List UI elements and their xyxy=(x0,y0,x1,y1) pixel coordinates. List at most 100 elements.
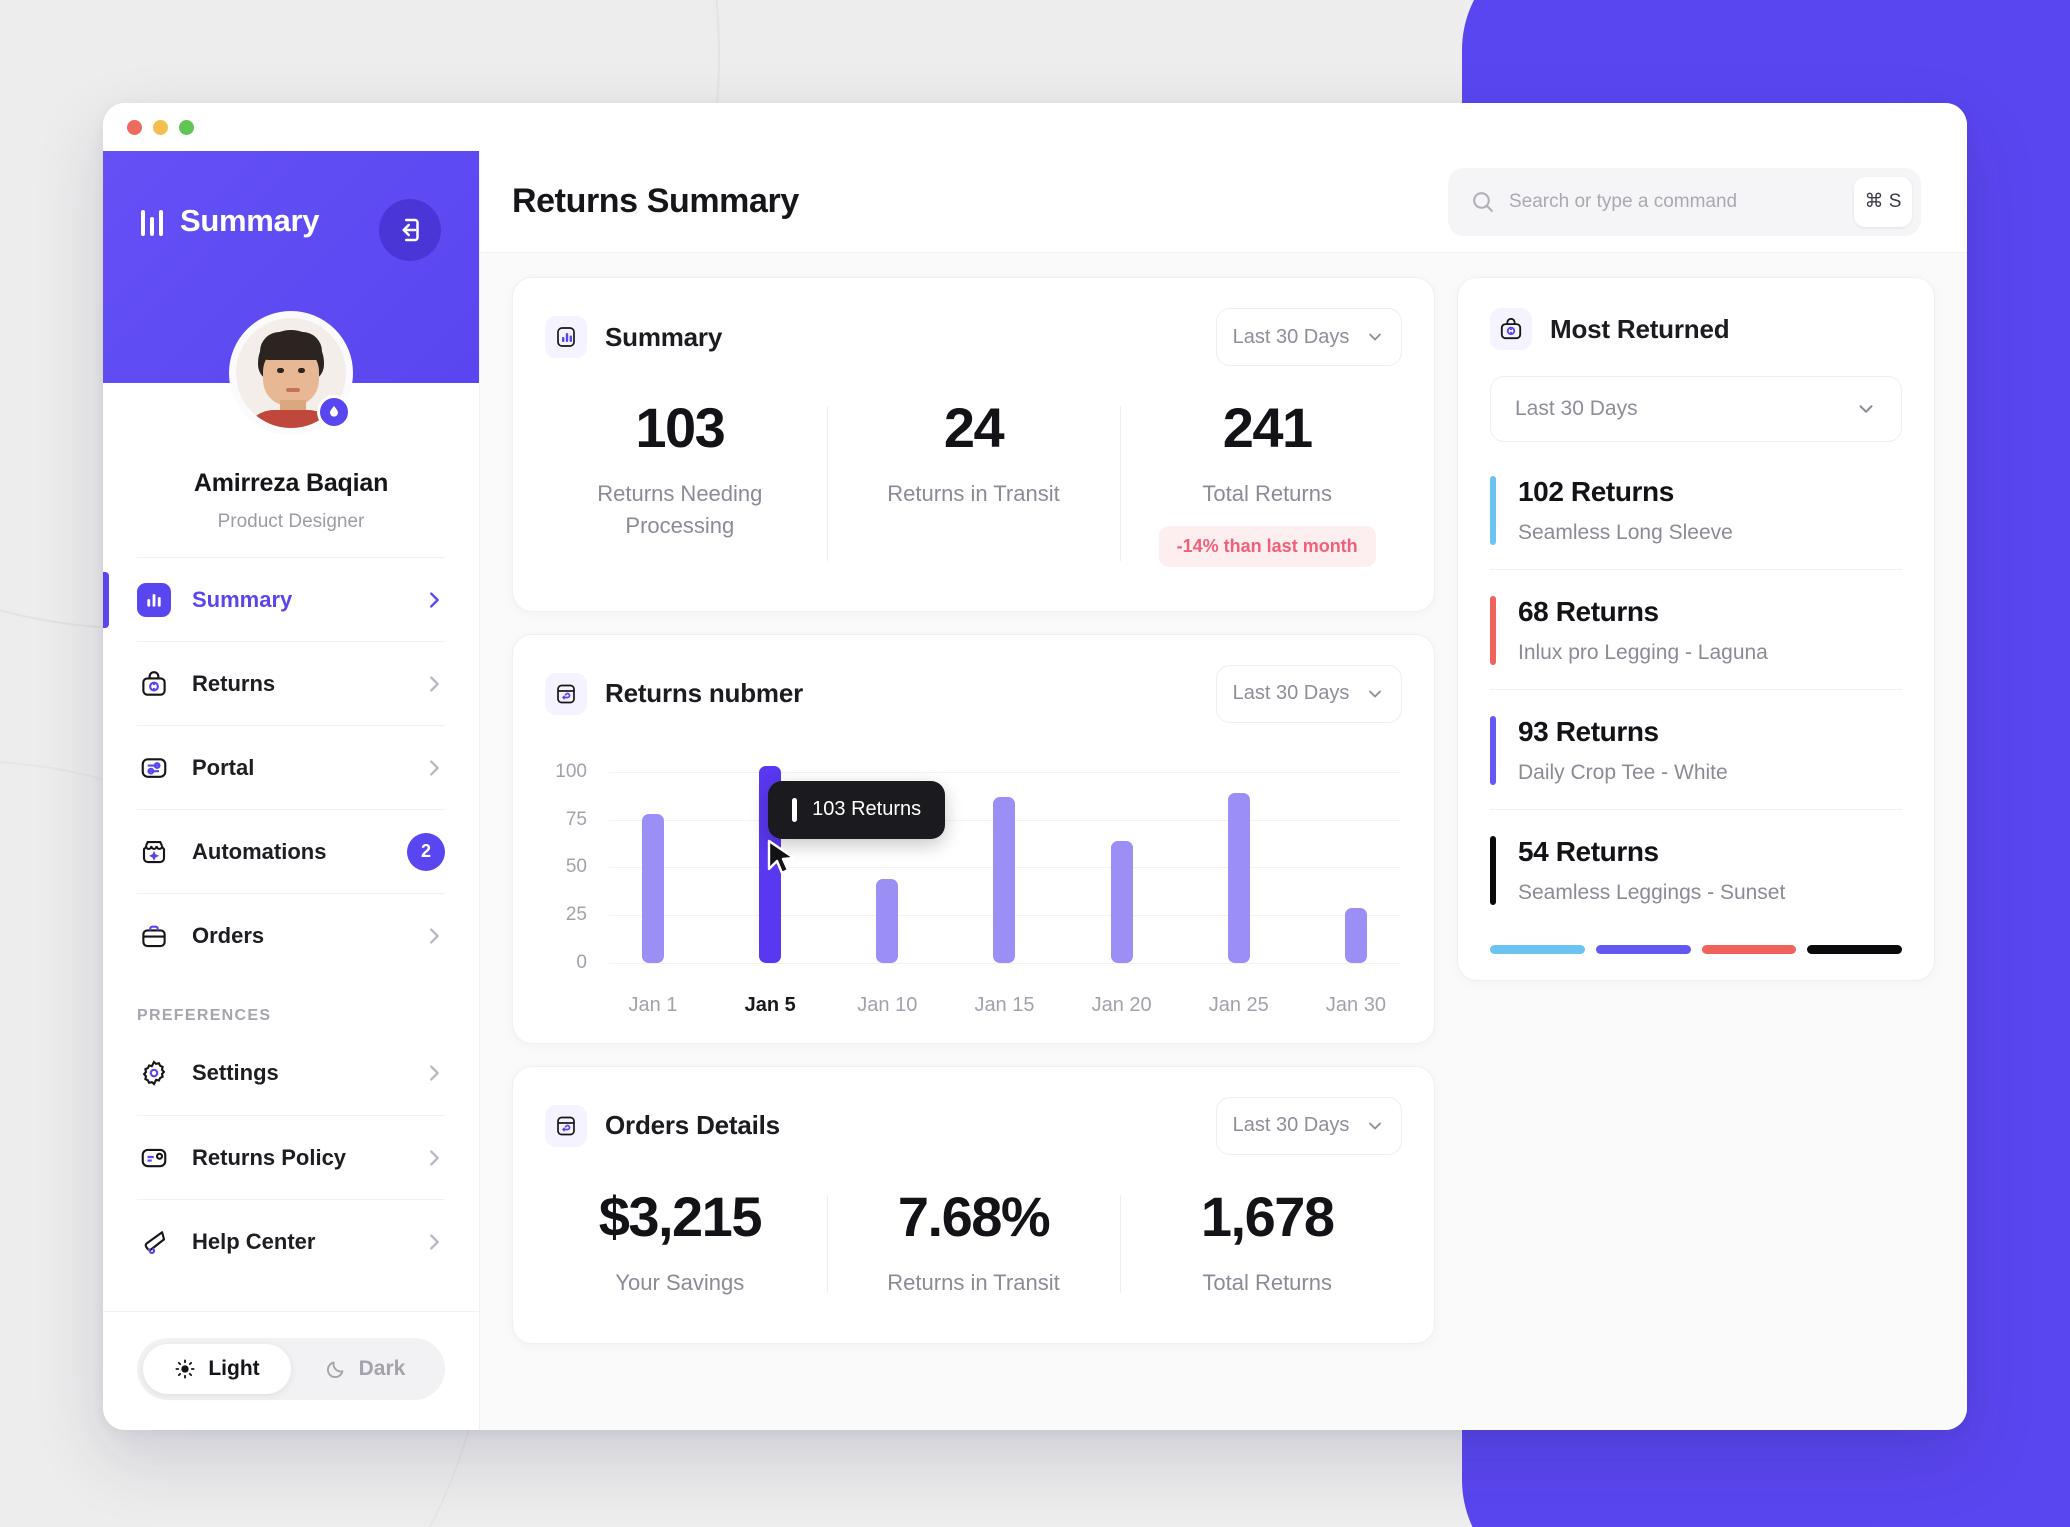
bar-column[interactable] xyxy=(1078,753,1166,963)
chevron-down-icon xyxy=(1365,327,1385,347)
return-box-icon xyxy=(545,1105,587,1147)
avatar-wrapper[interactable] xyxy=(229,311,353,435)
automations-count-badge: 2 xyxy=(407,833,445,871)
return-box-icon xyxy=(545,673,587,715)
x-axis-label: Jan 10 xyxy=(843,994,931,1017)
stat-label: Your Savings xyxy=(551,1267,809,1299)
y-axis-tick: 0 xyxy=(576,952,587,974)
search-icon xyxy=(1470,189,1495,214)
sidebar-item-help-center[interactable]: Help Center xyxy=(137,1199,445,1283)
app-window: Summary xyxy=(103,103,1967,1430)
mouse-cursor-icon xyxy=(766,839,800,879)
right-column: Most Returned Last 30 Days xyxy=(1457,277,1935,1400)
item-name: Seamless Long Sleeve xyxy=(1518,521,1733,545)
search-input[interactable] xyxy=(1509,191,1840,213)
sidebar-item-returns[interactable]: Returns xyxy=(137,641,445,725)
close-window-button[interactable] xyxy=(127,120,142,135)
bar-chart-icon xyxy=(545,316,587,358)
most-returned-range-dropdown[interactable]: Last 30 Days xyxy=(1490,376,1902,442)
chevron-right-icon xyxy=(423,1231,445,1253)
summary-card-title: Summary xyxy=(605,322,722,353)
sidebar-item-automations[interactable]: Automations 2 xyxy=(137,809,445,893)
stat-value: 24 xyxy=(845,400,1103,456)
stat-total-returns-orders: 1,678 Total Returns xyxy=(1120,1189,1414,1299)
bar-chart-icon xyxy=(137,583,171,617)
sun-icon xyxy=(174,1358,196,1380)
profile-role: Product Designer xyxy=(103,511,479,533)
summary-card-header: Summary Last 30 Days xyxy=(513,278,1434,366)
sidebar-item-label: Settings xyxy=(192,1060,402,1086)
collapse-sidebar-button[interactable] xyxy=(379,199,441,261)
legend-color-bar xyxy=(1596,945,1691,954)
sidebar-item-label: Portal xyxy=(192,755,402,781)
summary-range-dropdown[interactable]: Last 30 Days xyxy=(1216,308,1402,366)
minimize-window-button[interactable] xyxy=(153,120,168,135)
list-item[interactable]: 102 Returns Seamless Long Sleeve xyxy=(1490,450,1902,570)
stat-value: 241 xyxy=(1138,400,1396,456)
y-axis-tick: 50 xyxy=(566,856,587,878)
sidebar-item-summary[interactable]: Summary xyxy=(137,557,445,641)
moon-icon xyxy=(325,1358,347,1380)
returns-chart-card: Returns nubmer Last 30 Days 1007550250 xyxy=(512,634,1435,1044)
orders-card-header: Orders Details Last 30 Days xyxy=(513,1067,1434,1155)
list-item[interactable]: 93 Returns Daily Crop Tee - White xyxy=(1490,690,1902,810)
status-badge: -14% than last month xyxy=(1159,526,1376,567)
chart-bars xyxy=(609,753,1400,963)
topbar: Returns Summary ⌘ S xyxy=(480,151,1967,253)
stat-label: Returns in Transit xyxy=(845,478,1103,510)
return-bag-icon xyxy=(137,667,171,701)
chart-bar[interactable] xyxy=(993,797,1015,963)
sliders-card-icon xyxy=(137,751,171,785)
item-name: Inlux pro Legging - Laguna xyxy=(1518,641,1768,665)
chart-range-dropdown[interactable]: Last 30 Days xyxy=(1216,665,1402,723)
x-axis-label: Jan 25 xyxy=(1195,994,1283,1017)
sidebar-item-settings[interactable]: Settings xyxy=(137,1031,445,1115)
most-returned-title: Most Returned xyxy=(1550,314,1729,345)
item-count: 93 Returns xyxy=(1518,716,1728,748)
bar-column[interactable] xyxy=(609,753,697,963)
collapse-arrow-icon xyxy=(395,215,425,245)
chart-bar[interactable] xyxy=(642,814,664,963)
x-axis-label: Jan 5 xyxy=(726,994,814,1017)
chevron-down-icon xyxy=(1365,684,1385,704)
theme-option-dark[interactable]: Dark xyxy=(291,1344,439,1394)
droplet-icon xyxy=(326,404,342,420)
list-item[interactable]: 54 Returns Seamless Leggings - Sunset xyxy=(1490,810,1902,929)
chart-bar[interactable] xyxy=(1111,841,1133,963)
stat-value: 7.68% xyxy=(845,1189,1103,1245)
theme-option-light[interactable]: Light xyxy=(143,1344,291,1394)
x-axis-label: Jan 30 xyxy=(1312,994,1400,1017)
maximize-window-button[interactable] xyxy=(179,120,194,135)
stat-value: 1,678 xyxy=(1138,1189,1396,1245)
chevron-right-icon xyxy=(423,589,445,611)
x-axis-label: Jan 20 xyxy=(1078,994,1166,1017)
sidebar-item-portal[interactable]: Portal xyxy=(137,725,445,809)
bar-column[interactable] xyxy=(1195,753,1283,963)
orders-range-label: Last 30 Days xyxy=(1233,1114,1350,1137)
list-item[interactable]: 68 Returns Inlux pro Legging - Laguna xyxy=(1490,570,1902,690)
page-root: Summary xyxy=(0,0,2070,1527)
chart-bar[interactable] xyxy=(876,879,898,963)
sidebar-nav: Summary xyxy=(103,557,479,1311)
stat-total-returns: 241 Total Returns -14% than last month xyxy=(1120,400,1414,567)
stat-value: $3,215 xyxy=(551,1189,809,1245)
sidebar-item-orders[interactable]: Orders xyxy=(137,893,445,977)
bar-column[interactable] xyxy=(1312,753,1400,963)
brand-name: Summary xyxy=(180,203,319,239)
legend-color-bar xyxy=(1702,945,1797,954)
window-titlebar xyxy=(103,103,1967,151)
bar-column[interactable] xyxy=(960,753,1048,963)
theme-toggle-bar: Light Dark xyxy=(103,1311,479,1430)
sidebar-item-returns-policy[interactable]: Returns Policy xyxy=(137,1115,445,1199)
gear-icon xyxy=(137,1056,171,1090)
item-color-bar xyxy=(1490,596,1496,665)
bar-chart: 1007550250 Jan 1Jan 5Jan 10Jan 15Jan 20J… xyxy=(513,723,1434,1043)
orders-stats: $3,215 Your Savings 7.68% Returns in Tra… xyxy=(513,1155,1434,1343)
orders-range-dropdown[interactable]: Last 30 Days xyxy=(1216,1097,1402,1155)
chart-bar[interactable] xyxy=(1228,793,1250,963)
stat-returns-in-transit-pct: 7.68% Returns in Transit xyxy=(827,1189,1121,1299)
chevron-right-icon xyxy=(423,757,445,779)
most-returned-header: Most Returned xyxy=(1458,278,1934,350)
search-bar[interactable]: ⌘ S xyxy=(1448,168,1921,236)
chart-bar[interactable] xyxy=(1345,908,1367,963)
